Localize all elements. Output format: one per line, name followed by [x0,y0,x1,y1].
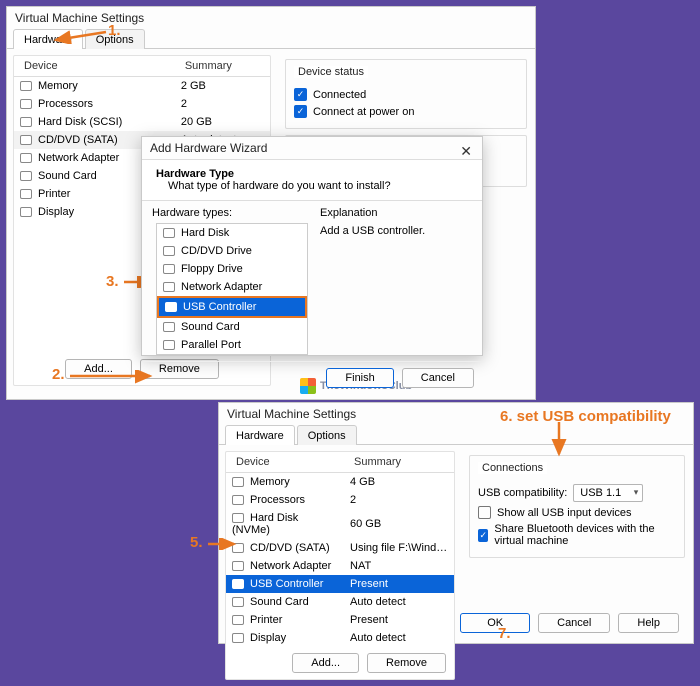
table-row: DisplayAuto detect [226,629,454,647]
list-item: Sound Card [157,318,307,336]
list-item: CD/DVD Drive [157,242,307,260]
tabs: Hardware Options [7,29,535,49]
table-row: Processors2 [14,95,270,113]
table-row: CD/DVD (SATA)Using file F:\Windows 10 IS… [226,539,454,557]
table-row: Memory4 GB [226,473,454,492]
connections-group: Connections USB compatibility: USB 1.1 S… [469,455,685,558]
usb-icon [232,579,244,589]
table-row: Hard Disk (SCSI)20 GB [14,113,270,131]
table-row: Memory2 GB [14,77,270,96]
disk-icon [20,117,32,127]
remove-button[interactable]: Remove [367,653,446,673]
disk-icon [163,228,175,238]
dialog-title: Virtual Machine Settings [219,403,693,425]
cd-icon [163,246,175,256]
finish-button[interactable]: Finish [326,368,393,388]
display-icon [20,207,32,217]
cancel-button[interactable]: Cancel [402,368,474,388]
network-icon [232,561,244,571]
tab-options[interactable]: Options [297,425,357,445]
wizard-heading: Hardware Type [156,168,468,180]
chk-show-all-usb[interactable]: Show all USB input devices [478,506,676,519]
tab-options[interactable]: Options [85,29,145,49]
network-icon [20,153,32,163]
sound-icon [232,597,244,607]
usb-compat-select[interactable]: USB 1.1 [573,484,643,502]
tab-hardware[interactable]: Hardware [225,425,295,445]
dialog-title: Virtual Machine Settings [7,7,535,29]
checkbox-icon [478,506,491,519]
floppy-icon [163,264,175,274]
hardware-types-label: Hardware types: [152,207,312,219]
list-item: Hard Disk [157,224,307,242]
add-button[interactable]: Add... [65,359,132,379]
disk-icon [232,513,244,523]
cpu-icon [232,495,244,505]
usb-compat-label: USB compatibility: [478,487,567,499]
memory-icon [20,81,32,91]
checkbox-icon: ✓ [478,529,488,542]
cd-icon [232,543,244,553]
printer-icon [232,615,244,625]
printer-icon [20,189,32,199]
chk-connected[interactable]: ✓Connected [294,88,518,101]
device-buttons: Add... Remove [226,647,454,679]
add-button[interactable]: Add... [292,653,359,673]
checkbox-icon: ✓ [294,88,307,101]
list-item: Network Adapter [157,278,307,296]
sound-icon [163,322,175,332]
col-summary: Summary [175,56,270,77]
device-list-pane: Device Summary Memory4 GB Processors2 Ha… [225,451,455,680]
annotation-5: 5. [190,534,203,551]
chk-poweron[interactable]: ✓Connect at power on [294,105,518,118]
list-item: Floppy Drive [157,260,307,278]
table-row: Processors2 [226,491,454,509]
network-icon [163,282,175,292]
cpu-icon [20,99,32,109]
close-icon[interactable]: ✕ [460,143,472,160]
table-row: Network AdapterNAT [226,557,454,575]
explanation-label: Explanation [320,207,472,219]
vm-settings-dialog-bottom: Virtual Machine Settings Hardware Option… [218,402,694,644]
col-device: Device [226,452,344,473]
device-status-group: Device status ✓Connected ✓Connect at pow… [285,59,527,129]
sound-icon [20,171,32,181]
add-hardware-wizard: Add Hardware Wizard ✕ Hardware Type What… [141,136,483,356]
list-item-usb-controller[interactable]: USB Controller [157,296,307,318]
help-button[interactable]: Help [618,613,679,633]
parallel-icon [163,340,175,350]
wizard-subheading: What type of hardware do you want to ins… [156,180,468,192]
table-row: Sound CardAuto detect [226,593,454,611]
wizard-buttons: Finish Cancel [142,361,482,394]
table-row-usb-controller: USB ControllerPresent [226,575,454,593]
dialog-buttons: OK Cancel Help [452,607,687,639]
device-table[interactable]: Device Summary Memory4 GB Processors2 Ha… [226,452,454,647]
tab-hardware[interactable]: Hardware [13,29,83,49]
cd-icon [20,135,32,145]
col-device: Device [14,56,175,77]
usb-icon [165,302,177,312]
tabs: Hardware Options [219,425,693,445]
cancel-button[interactable]: Cancel [538,613,610,633]
list-item: Parallel Port [157,336,307,354]
memory-icon [232,477,244,487]
hardware-types-list[interactable]: Hard Disk CD/DVD Drive Floppy Drive Netw… [156,223,308,355]
checkbox-icon: ✓ [294,105,307,118]
wizard-title: Add Hardware Wizard [142,137,482,159]
display-icon [232,633,244,643]
explanation-text: Add a USB controller. [320,219,472,237]
table-row: Hard Disk (NVMe)60 GB [226,509,454,539]
chk-share-bluetooth[interactable]: ✓Share Bluetooth devices with the virtua… [478,523,676,547]
table-row: PrinterPresent [226,611,454,629]
col-summary: Summary [344,452,454,473]
ok-button[interactable]: OK [460,613,530,633]
